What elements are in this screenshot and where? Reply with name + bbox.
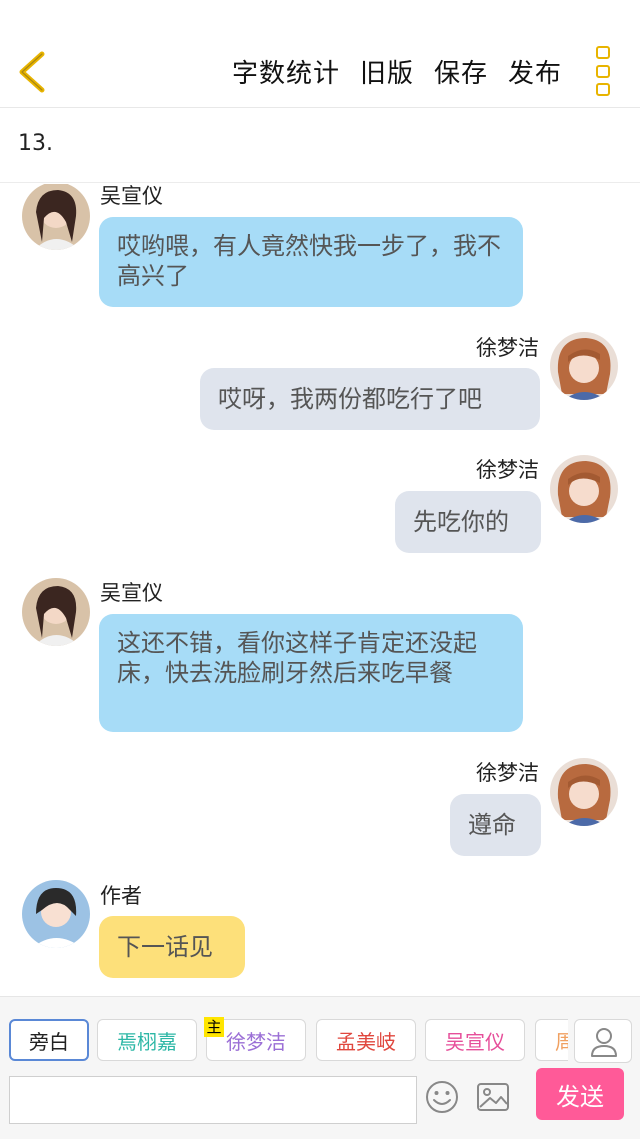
role-label: 周 bbox=[555, 1029, 568, 1054]
send-button[interactable]: 发送 bbox=[536, 1068, 624, 1120]
person-icon[interactable] bbox=[574, 1019, 632, 1063]
avatar-xu[interactable] bbox=[550, 455, 618, 523]
role-label: 孟美岐 bbox=[336, 1029, 396, 1054]
avatar-wu[interactable] bbox=[22, 184, 90, 250]
role-tab-narration[interactable]: 旁白 bbox=[9, 1019, 89, 1061]
message-bubble[interactable]: 这还不错，看你这样子肯定还没起床，快去洗脸刷牙然后来吃早餐 bbox=[99, 614, 523, 732]
role-label: 吴宣仪 bbox=[445, 1029, 505, 1054]
message-input[interactable] bbox=[9, 1076, 417, 1124]
role-tab-meng[interactable]: 孟美岐 bbox=[316, 1019, 416, 1061]
speaker-name: 徐梦洁 bbox=[476, 761, 539, 785]
message-bubble[interactable]: 哎哟喂，有人竟然快我一步了，我不高兴了 bbox=[99, 217, 523, 307]
message-bubble[interactable]: 遵命 bbox=[450, 794, 541, 856]
avatar-xu[interactable] bbox=[550, 332, 618, 400]
save-button[interactable]: 保存 bbox=[434, 53, 488, 90]
chapter-title[interactable]: 13. bbox=[18, 131, 53, 156]
top-bar: 字数统计 旧版 保存 发布 bbox=[0, 0, 640, 108]
publish-button[interactable]: 发布 bbox=[508, 53, 562, 90]
speaker-name: 吴宣仪 bbox=[100, 184, 163, 208]
role-tab-zhou[interactable]: 周 bbox=[535, 1019, 568, 1061]
more-dots-icon[interactable] bbox=[596, 46, 614, 96]
speaker-name: 作者 bbox=[100, 884, 142, 908]
role-label: 焉栩嘉 bbox=[117, 1029, 177, 1054]
speaker-name: 吴宣仪 bbox=[100, 581, 163, 605]
chapter-title-bar: 13. bbox=[0, 109, 640, 183]
avatar-wu[interactable] bbox=[22, 578, 90, 646]
old-version-button[interactable]: 旧版 bbox=[360, 53, 414, 90]
message-bubble[interactable]: 下一话见 bbox=[99, 916, 245, 978]
back-chevron-icon[interactable] bbox=[12, 48, 52, 96]
speaker-name: 徐梦洁 bbox=[476, 336, 539, 360]
role-tab-wu[interactable]: 吴宣仪 bbox=[425, 1019, 525, 1061]
role-label: 旁白 bbox=[29, 1029, 69, 1054]
role-tab-yan[interactable]: 焉栩嘉 bbox=[97, 1019, 197, 1061]
avatar-author[interactable] bbox=[22, 880, 90, 948]
message-bubble[interactable]: 哎呀，我两份都吃行了吧 bbox=[200, 368, 540, 430]
host-badge: 主 bbox=[204, 1017, 224, 1037]
avatar-xu[interactable] bbox=[550, 758, 618, 826]
word-count-button[interactable]: 字数统计 bbox=[232, 53, 340, 90]
composer-panel: 旁白 焉栩嘉 徐梦洁 孟美岐 吴宣仪 周 主 发送 bbox=[0, 996, 640, 1139]
image-icon[interactable] bbox=[476, 1081, 510, 1113]
top-actions: 字数统计 旧版 保存 发布 bbox=[232, 50, 562, 92]
role-selector: 旁白 焉栩嘉 徐梦洁 孟美岐 吴宣仪 周 bbox=[8, 1019, 568, 1063]
role-label: 徐梦洁 bbox=[226, 1029, 286, 1054]
chat-area[interactable]: 吴宣仪 哎哟喂，有人竟然快我一步了，我不高兴了 徐梦洁 哎呀，我两份都吃行了吧 … bbox=[0, 184, 640, 996]
emoji-icon[interactable] bbox=[425, 1080, 459, 1114]
message-bubble[interactable]: 先吃你的 bbox=[395, 491, 541, 553]
speaker-name: 徐梦洁 bbox=[476, 458, 539, 482]
